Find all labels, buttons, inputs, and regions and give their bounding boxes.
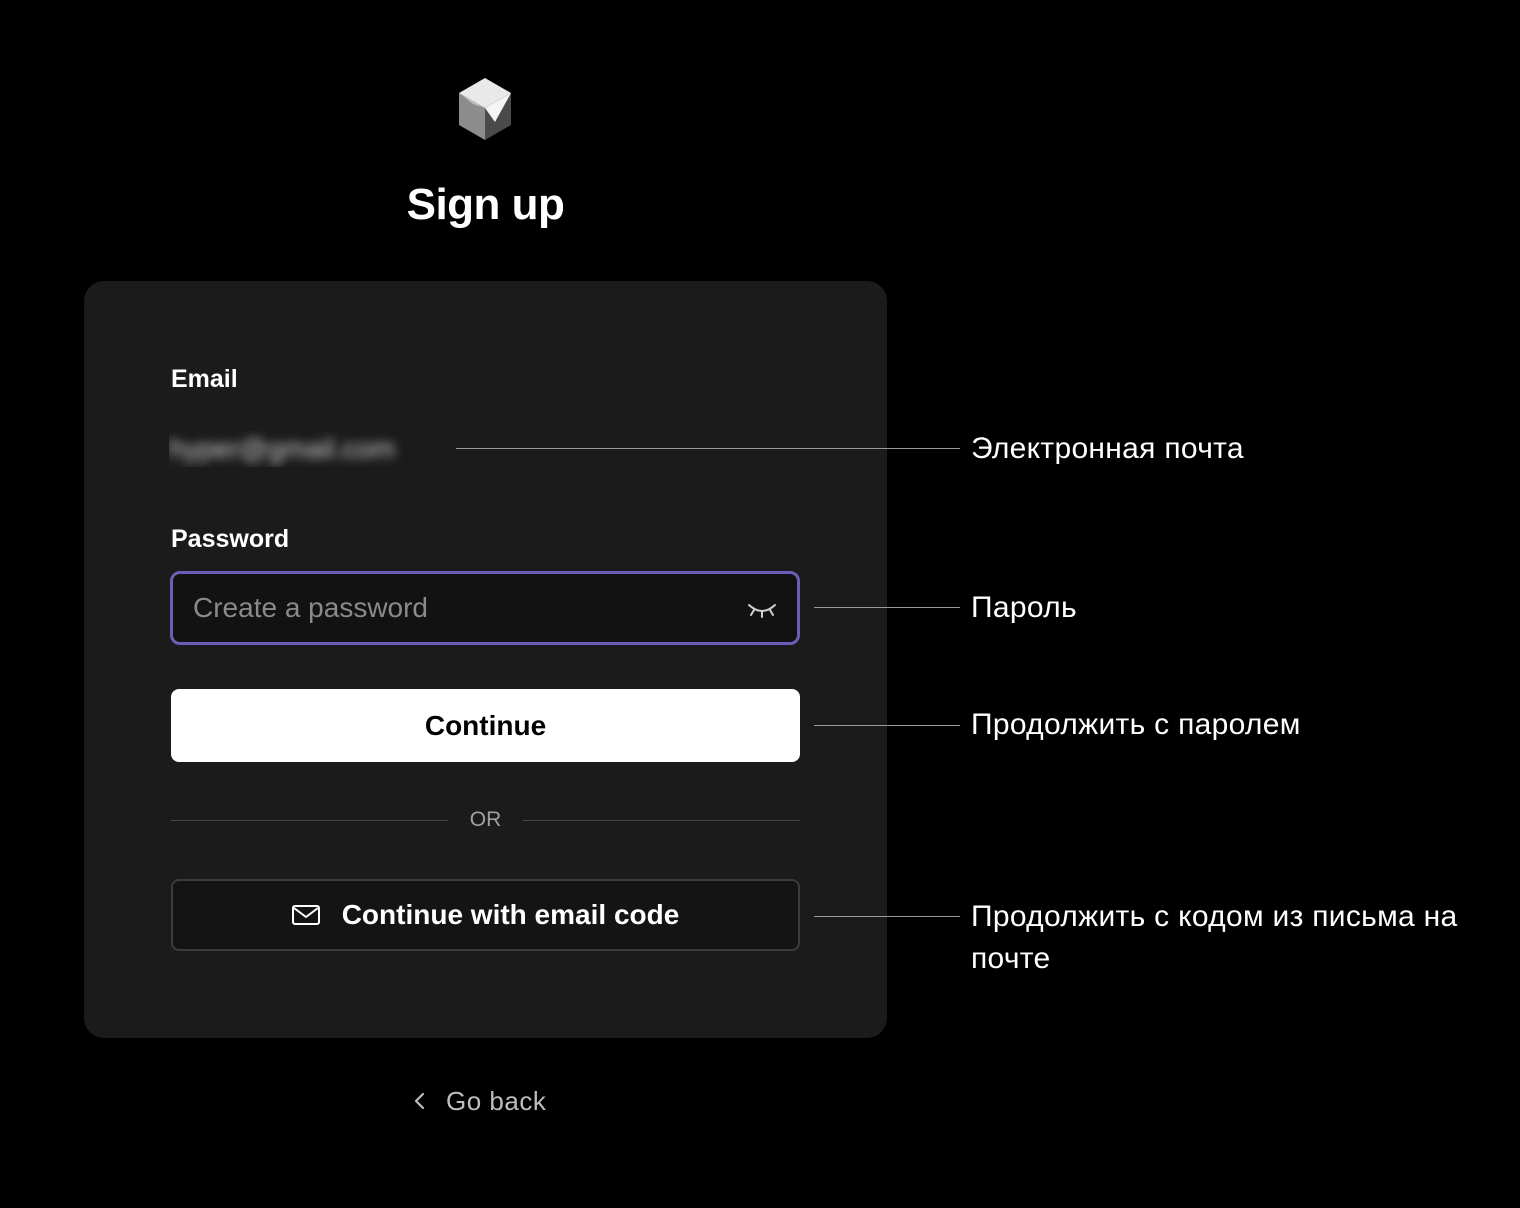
annotation-line-email [456,448,960,449]
annotation-line-email-code [814,916,960,917]
or-divider: OR [171,805,800,835]
continue-button[interactable]: Continue [171,689,800,762]
go-back-label: Go back [446,1085,547,1116]
signup-card: Email hyper@gmail.com Password Continue … [84,281,887,1038]
cube-logo-icon [455,76,515,142]
annotation-line-continue [814,725,960,726]
eye-closed-icon[interactable] [747,600,777,618]
email-value: hyper@gmail.com [169,431,441,467]
go-back-link[interactable]: Go back [412,1084,546,1118]
annotation-line-password [814,607,960,608]
divider-line-left [171,820,448,821]
email-code-button-label: Continue with email code [341,899,680,930]
password-label: Password [171,525,290,553]
divider-text: OR [469,808,502,831]
annotation-email: Электронная почта [971,432,1244,465]
password-input[interactable] [173,574,733,642]
page-title: Sign up [406,180,565,229]
email-value-text: hyper@gmail.com [169,433,396,464]
page: Sign up Email hyper@gmail.com Password C… [0,0,1520,1208]
email-code-button[interactable]: Continue with email code [171,879,800,951]
annotation-email-code: Продолжить с кодом из письма на почте [971,900,1458,975]
chevron-left-icon [412,1091,426,1111]
email-label: Email [171,365,238,393]
mail-icon [291,905,320,925]
annotation-continue: Продолжить с паролем [971,708,1301,741]
divider-line-right [523,820,800,821]
annotation-password: Пароль [971,591,1077,624]
password-field [170,571,800,645]
